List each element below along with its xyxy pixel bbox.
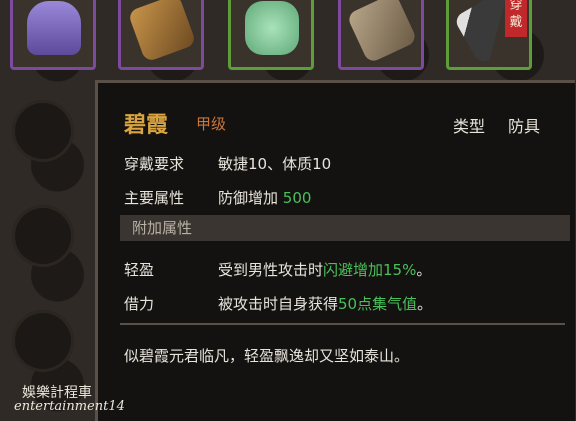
bonus-row-1: 轻盈 受到男性攻击时闪避增加15%。 bbox=[124, 259, 431, 280]
bonus-prefix-1: 受到男性攻击时 bbox=[218, 261, 324, 279]
requirement-label: 穿戴要求 bbox=[124, 155, 185, 173]
item-tooltip: 碧霞 甲级 类型 防具 穿戴要求 敏捷10、体质10 主要属性 防御增加 500… bbox=[95, 80, 575, 421]
item-type-label: 类型 bbox=[453, 117, 486, 136]
inventory-top-row: 穿戴 bbox=[0, 0, 576, 72]
bracer-icon bbox=[346, 0, 418, 64]
extra-attributes-header: 附加属性 bbox=[120, 215, 570, 241]
inventory-slot-sword[interactable]: 穿戴 bbox=[446, 0, 532, 70]
item-grade: 甲级 bbox=[196, 115, 227, 133]
tooltip-divider bbox=[120, 323, 565, 325]
bonus-suffix-2: 。 bbox=[417, 295, 433, 313]
bonus-highlight-2: 50点集气值 bbox=[338, 295, 418, 313]
inventory-slot-armor[interactable] bbox=[118, 0, 204, 70]
main-attribute-number: 500 bbox=[282, 189, 312, 207]
item-type-value: 防具 bbox=[508, 117, 541, 136]
bonus-value-1: 受到男性攻击时闪避增加15%。 bbox=[218, 259, 431, 280]
purple-robe-icon bbox=[27, 1, 81, 55]
requirement-row: 穿戴要求 敏捷10、体质10 bbox=[124, 153, 331, 174]
inventory-slot-empty[interactable] bbox=[12, 310, 74, 372]
inventory-slot-empty[interactable] bbox=[12, 100, 74, 162]
bonus-row-2: 借力 被攻击时自身获得50点集气值。 bbox=[124, 293, 432, 314]
inventory-slot-bracer[interactable] bbox=[338, 0, 424, 70]
watermark-line-2: entertainment14 bbox=[14, 399, 125, 414]
requirement-value: 敏捷10、体质10 bbox=[218, 155, 332, 173]
inventory-slot-robe[interactable] bbox=[10, 0, 96, 70]
jade-stone-icon bbox=[245, 1, 299, 55]
main-attribute-label: 主要属性 bbox=[124, 189, 185, 207]
equipped-tag: 穿戴 bbox=[505, 0, 527, 37]
main-attribute-prefix: 防御增加 bbox=[218, 189, 283, 207]
bonus-value-2: 被攻击时自身获得50点集气值。 bbox=[218, 293, 432, 314]
bonus-highlight-1: 闪避增加15% bbox=[323, 261, 417, 279]
bonus-label-1: 轻盈 bbox=[124, 261, 155, 279]
bonus-label-2: 借力 bbox=[124, 295, 155, 313]
bonus-suffix-1: 。 bbox=[416, 261, 432, 279]
item-description: 似碧霞元君临凡，轻盈飘逸却又坚如泰山。 bbox=[124, 347, 410, 365]
bonus-prefix-2: 被攻击时自身获得 bbox=[218, 295, 339, 313]
main-attribute-value: 防御增加 500 bbox=[218, 187, 311, 208]
item-name: 碧霞 bbox=[124, 113, 169, 138]
inventory-slot-empty[interactable] bbox=[12, 205, 74, 267]
bronze-armor-icon bbox=[127, 0, 197, 63]
main-attribute-row: 主要属性 防御增加 500 bbox=[124, 187, 311, 208]
inventory-slot-jade[interactable] bbox=[228, 0, 314, 70]
